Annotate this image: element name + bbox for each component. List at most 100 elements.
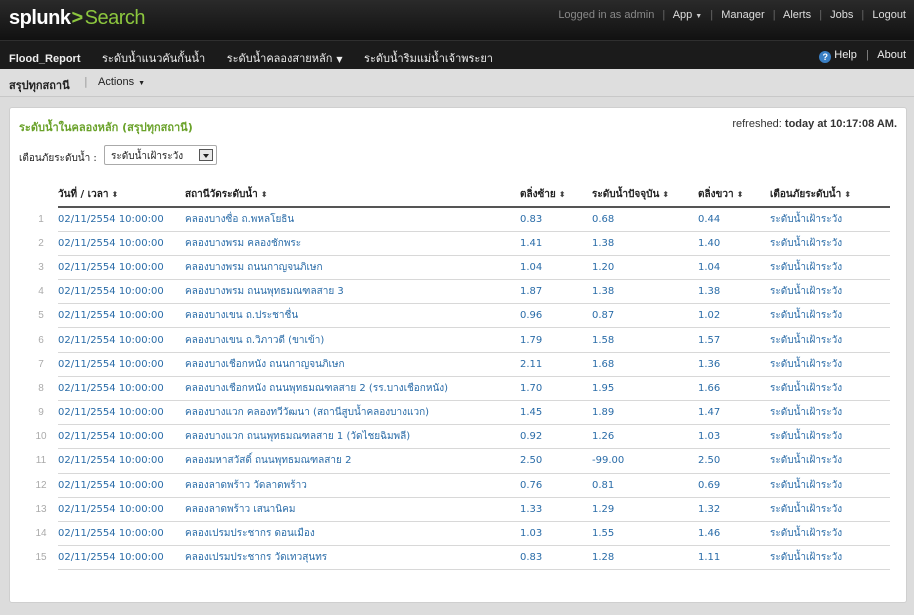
logout-link[interactable]: Logout — [872, 9, 906, 21]
cell-station[interactable]: คลองมหาสวัสดิ์ ถนนพุทธมณฑลสาย 2 — [185, 448, 520, 474]
column-header-current-level[interactable]: ระดับน้ำปัจจุบัน ⬍ — [592, 183, 698, 208]
cell-right-bank[interactable]: 1.46 — [698, 521, 770, 547]
about-link[interactable]: About — [877, 49, 906, 61]
cell-current-level[interactable]: 1.89 — [592, 400, 698, 426]
cell-current-level[interactable]: 1.95 — [592, 376, 698, 402]
column-header-station[interactable]: สถานีวัดระดับน้ำ ⬍ — [185, 183, 520, 208]
cell-warning[interactable]: ระดับน้ำเฝ้าระวัง — [770, 448, 890, 474]
cell-left-bank[interactable]: 1.70 — [520, 376, 592, 402]
cell-left-bank[interactable]: 1.33 — [520, 497, 592, 522]
app-menu[interactable]: App ▼ — [673, 9, 703, 21]
jobs-link[interactable]: Jobs — [830, 9, 853, 21]
cell-station[interactable]: คลองลาดพร้าว เสนานิคม — [185, 497, 520, 522]
cell-warning[interactable]: ระดับน้ำเฝ้าระวัง — [770, 303, 890, 329]
cell-left-bank[interactable]: 1.45 — [520, 400, 592, 426]
cell-right-bank[interactable]: 1.57 — [698, 327, 770, 353]
alerts-link[interactable]: Alerts — [783, 9, 811, 21]
cell-right-bank[interactable]: 1.02 — [698, 303, 770, 329]
cell-datetime[interactable]: 02/11/2554 10:00:00 — [58, 279, 185, 305]
cell-left-bank[interactable]: 1.04 — [520, 255, 592, 281]
cell-left-bank[interactable]: 0.96 — [520, 303, 592, 329]
cell-warning[interactable]: ระดับน้ำเฝ้าระวัง — [770, 327, 890, 353]
splunk-logo[interactable]: splunk> Search — [9, 7, 146, 30]
cell-left-bank[interactable]: 2.50 — [520, 448, 592, 474]
cell-left-bank[interactable]: 0.76 — [520, 473, 592, 498]
cell-warning[interactable]: ระดับน้ำเฝ้าระวัง — [770, 521, 890, 547]
cell-current-level[interactable]: 1.58 — [592, 327, 698, 353]
cell-datetime[interactable]: 02/11/2554 10:00:00 — [58, 448, 185, 474]
cell-current-level[interactable]: 1.38 — [592, 279, 698, 305]
cell-datetime[interactable]: 02/11/2554 10:00:00 — [58, 376, 185, 402]
cell-warning[interactable]: ระดับน้ำเฝ้าระวัง — [770, 255, 890, 281]
cell-datetime[interactable]: 02/11/2554 10:00:00 — [58, 255, 185, 281]
cell-left-bank[interactable]: 0.92 — [520, 424, 592, 450]
cell-right-bank[interactable]: 1.32 — [698, 497, 770, 522]
cell-current-level[interactable]: 1.28 — [592, 545, 698, 571]
column-header-warning[interactable]: เตือนภัยระดับน้ำ ⬍ — [770, 183, 890, 208]
cell-datetime[interactable]: 02/11/2554 10:00:00 — [58, 303, 185, 329]
warning-level-select[interactable]: ระดับน้ำเฝ้าระวัง — [104, 145, 217, 165]
cell-right-bank[interactable]: 1.66 — [698, 376, 770, 402]
cell-warning[interactable]: ระดับน้ำเฝ้าระวัง — [770, 497, 890, 522]
cell-station[interactable]: คลองบางเขน ถ.วิภาวดี (ขาเข้า) — [185, 327, 520, 353]
cell-right-bank[interactable]: 1.11 — [698, 545, 770, 571]
nav-chao-phraya-levels[interactable]: ระดับน้ำริมแม่น้ำเจ้าพระยา — [364, 52, 493, 65]
dropdown-arrow-icon[interactable] — [199, 149, 213, 161]
cell-left-bank[interactable]: 2.11 — [520, 352, 592, 377]
cell-current-level[interactable]: 1.55 — [592, 521, 698, 547]
cell-station[interactable]: คลองบางเขน ถ.ประชาชื่น — [185, 303, 520, 329]
cell-current-level[interactable]: 1.68 — [592, 352, 698, 377]
cell-station[interactable]: คลองบางซื่อ ถ.พหลโยธิน — [185, 207, 520, 232]
cell-warning[interactable]: ระดับน้ำเฝ้าระวัง — [770, 207, 890, 232]
cell-station[interactable]: คลองบางแวก ถนนพุทธมณฑลสาย 1 (วัดไชยฉิมพล… — [185, 424, 520, 450]
cell-station[interactable]: คลองเปรมประชากร ดอนเมือง — [185, 521, 520, 547]
column-header-left-bank[interactable]: ตลิ่งซ้าย ⬍ — [520, 183, 592, 208]
cell-datetime[interactable]: 02/11/2554 10:00:00 — [58, 473, 185, 498]
cell-left-bank[interactable]: 1.03 — [520, 521, 592, 547]
cell-warning[interactable]: ระดับน้ำเฝ้าระวัง — [770, 279, 890, 305]
column-header-right-bank[interactable]: ตลิ่งขวา ⬍ — [698, 183, 770, 208]
cell-station[interactable]: คลองบางพรม คลองชักพระ — [185, 231, 520, 256]
cell-right-bank[interactable]: 1.38 — [698, 279, 770, 305]
cell-warning[interactable]: ระดับน้ำเฝ้าระวัง — [770, 473, 890, 498]
actions-menu[interactable]: Actions ▼ — [98, 76, 145, 88]
cell-warning[interactable]: ระดับน้ำเฝ้าระวัง — [770, 352, 890, 377]
cell-datetime[interactable]: 02/11/2554 10:00:00 — [58, 231, 185, 256]
cell-warning[interactable]: ระดับน้ำเฝ้าระวัง — [770, 424, 890, 450]
cell-left-bank[interactable]: 0.83 — [520, 545, 592, 571]
cell-station[interactable]: คลองเปรมประชากร วัดเทวสุนทร — [185, 545, 520, 571]
cell-datetime[interactable]: 02/11/2554 10:00:00 — [58, 400, 185, 426]
cell-current-level[interactable]: -99.00 — [592, 448, 698, 474]
cell-current-level[interactable]: 1.29 — [592, 497, 698, 522]
manager-link[interactable]: Manager — [721, 9, 764, 21]
cell-station[interactable]: คลองบางเชือกหนัง ถนนพุทธมณฑลสาย 2 (รร.บา… — [185, 376, 520, 402]
cell-right-bank[interactable]: 1.36 — [698, 352, 770, 377]
cell-right-bank[interactable]: 1.04 — [698, 255, 770, 281]
cell-current-level[interactable]: 0.81 — [592, 473, 698, 498]
cell-station[interactable]: คลองบางเชือกหนัง ถนนกาญจนภิเษก — [185, 352, 520, 377]
cell-datetime[interactable]: 02/11/2554 10:00:00 — [58, 521, 185, 547]
cell-left-bank[interactable]: 1.41 — [520, 231, 592, 256]
cell-station[interactable]: คลองบางพรม ถนนพุทธมณฑลสาย 3 — [185, 279, 520, 305]
cell-warning[interactable]: ระดับน้ำเฝ้าระวัง — [770, 376, 890, 402]
cell-current-level[interactable]: 0.68 — [592, 207, 698, 232]
nav-levee-levels[interactable]: ระดับน้ำแนวคันกั้นน้ำ — [102, 52, 205, 65]
cell-current-level[interactable]: 0.87 — [592, 303, 698, 329]
cell-datetime[interactable]: 02/11/2554 10:00:00 — [58, 497, 185, 522]
cell-right-bank[interactable]: 0.44 — [698, 207, 770, 232]
cell-left-bank[interactable]: 0.83 — [520, 207, 592, 232]
cell-datetime[interactable]: 02/11/2554 10:00:00 — [58, 545, 185, 571]
cell-datetime[interactable]: 02/11/2554 10:00:00 — [58, 424, 185, 450]
cell-station[interactable]: คลองบางแวก คลองทวีวัฒนา (สถานีสูบน้ำคลอง… — [185, 400, 520, 426]
cell-right-bank[interactable]: 1.03 — [698, 424, 770, 450]
cell-current-level[interactable]: 1.38 — [592, 231, 698, 256]
cell-current-level[interactable]: 1.20 — [592, 255, 698, 281]
cell-current-level[interactable]: 1.26 — [592, 424, 698, 450]
column-header-datetime[interactable]: วันที่ / เวลา ⬍ — [58, 183, 185, 208]
cell-warning[interactable]: ระดับน้ำเฝ้าระวัง — [770, 545, 890, 571]
nav-flood-report[interactable]: Flood_Report — [9, 53, 81, 65]
help-link[interactable]: ? Help — [819, 49, 857, 63]
cell-right-bank[interactable]: 2.50 — [698, 448, 770, 474]
cell-datetime[interactable]: 02/11/2554 10:00:00 — [58, 327, 185, 353]
cell-left-bank[interactable]: 1.87 — [520, 279, 592, 305]
